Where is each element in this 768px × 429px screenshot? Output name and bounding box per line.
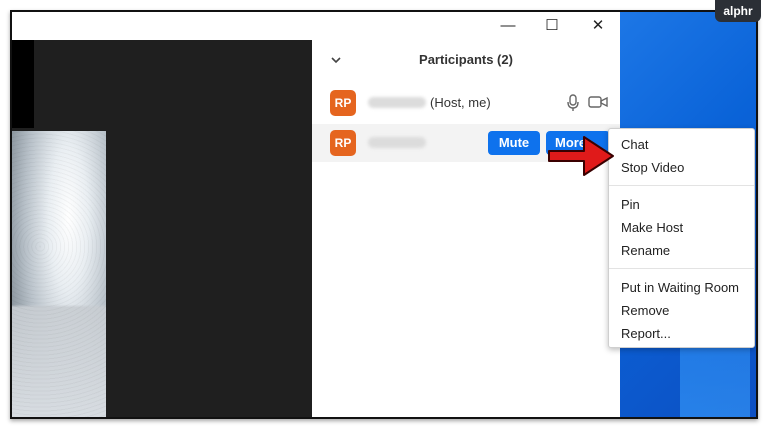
video-area bbox=[12, 40, 312, 417]
participants-header: Participants (2) bbox=[312, 48, 620, 76]
menu-divider bbox=[609, 268, 754, 269]
video-camera-icon[interactable] bbox=[588, 95, 608, 109]
menu-divider bbox=[609, 185, 754, 186]
camera-feed bbox=[12, 131, 106, 417]
menu-item-waiting-room[interactable]: Put in Waiting Room bbox=[621, 280, 739, 295]
zoom-window: — ☐ ✕ Participants (2) RP (Host, me) RP … bbox=[10, 10, 758, 419]
host-me-label: (Host, me) bbox=[430, 95, 491, 110]
menu-item-rename[interactable]: Rename bbox=[621, 243, 670, 258]
maximize-button[interactable]: ☐ bbox=[540, 14, 564, 38]
avatar: RP bbox=[330, 90, 356, 116]
mute-button[interactable]: Mute bbox=[488, 131, 540, 155]
video-strip bbox=[12, 40, 34, 128]
ceiling-texture bbox=[12, 131, 106, 417]
menu-item-stop-video[interactable]: Stop Video bbox=[621, 160, 684, 175]
menu-item-report[interactable]: Report... bbox=[621, 326, 671, 341]
participant-row-host[interactable]: RP (Host, me) bbox=[312, 84, 620, 122]
alphr-watermark: alphr bbox=[715, 0, 761, 22]
participant-context-menu: Chat Stop Video Pin Make Host Rename Put… bbox=[608, 128, 755, 348]
participants-panel: — ☐ ✕ Participants (2) RP (Host, me) RP … bbox=[312, 12, 620, 417]
pointer-arrow-icon bbox=[548, 136, 614, 176]
menu-item-chat[interactable]: Chat bbox=[621, 137, 648, 152]
blurred-name bbox=[368, 137, 426, 148]
menu-item-pin[interactable]: Pin bbox=[621, 197, 640, 212]
menu-item-remove[interactable]: Remove bbox=[621, 303, 669, 318]
blurred-name bbox=[368, 97, 426, 108]
avatar: RP bbox=[330, 130, 356, 156]
menu-item-make-host[interactable]: Make Host bbox=[621, 220, 683, 235]
minimize-button[interactable]: — bbox=[496, 14, 520, 38]
close-button[interactable]: ✕ bbox=[586, 14, 610, 38]
participants-title: Participants (2) bbox=[419, 52, 513, 67]
microphone-icon[interactable] bbox=[566, 94, 580, 112]
